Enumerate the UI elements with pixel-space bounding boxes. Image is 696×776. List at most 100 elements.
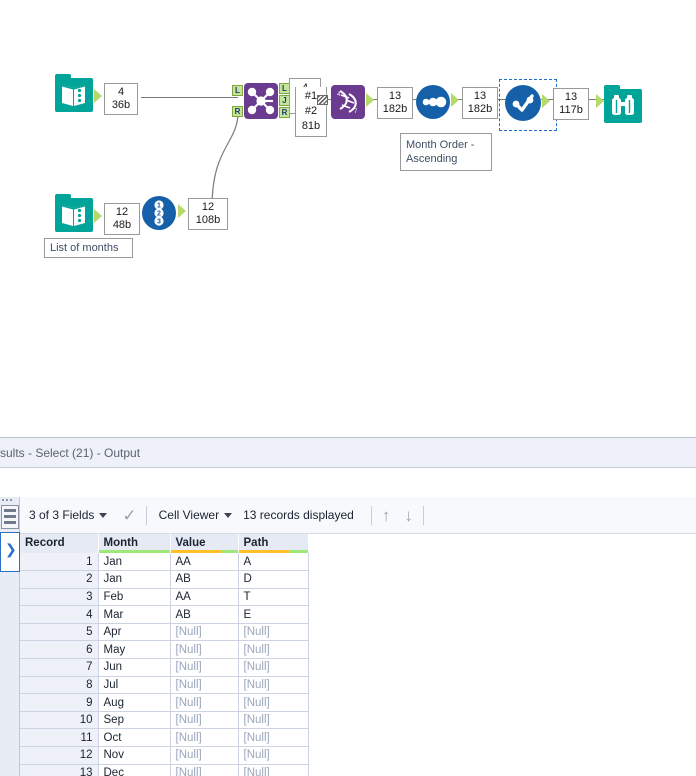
cell-path[interactable]: [Null] [238, 658, 309, 677]
cell-value[interactable]: [Null] [170, 640, 239, 660]
cell-month[interactable]: Dec [98, 764, 171, 776]
toolbar-divider [145, 505, 147, 525]
cell-month[interactable]: Sep [98, 711, 171, 730]
cell-value[interactable]: [Null] [170, 711, 239, 730]
cell-record[interactable]: 13 [20, 764, 99, 776]
cell-path[interactable]: [Null] [238, 728, 309, 748]
fields-selector[interactable]: 3 of 3 Fields [20, 497, 116, 533]
cell-path[interactable]: A [238, 553, 309, 572]
input-anchor-browse-1[interactable] [596, 94, 604, 108]
cell-value[interactable]: [Null] [170, 693, 239, 712]
cell-record[interactable]: 1 [20, 553, 99, 572]
cell-record[interactable]: 10 [20, 711, 99, 730]
databox-stream-2: #2 [304, 105, 318, 117]
book-icon [62, 85, 85, 106]
row-selector[interactable]: ❯ [0, 532, 20, 572]
table-row[interactable]: 3 Feb AA T [20, 588, 309, 607]
cell-path[interactable]: [Null] [238, 693, 309, 712]
table-row[interactable]: 9 Aug [Null] [Null] [20, 693, 309, 712]
cell-record[interactable]: 4 [20, 605, 99, 624]
cell-month[interactable]: Jul [98, 676, 171, 695]
cell-path[interactable]: [Null] [238, 746, 309, 765]
cell-month[interactable]: Apr [98, 623, 171, 642]
table-row[interactable]: 6 May [Null] [Null] [20, 640, 309, 660]
output-anchor-select-21[interactable] [542, 94, 550, 108]
column-header-month[interactable]: Month [98, 534, 171, 553]
cell-value[interactable]: [Null] [170, 623, 239, 642]
fields-list-icon[interactable] [1, 505, 19, 529]
workflow-canvas[interactable]: 4 36b L R L J R #1 #2 81b 4 7 13 182b 13… [0, 0, 696, 437]
cell-path[interactable]: T [238, 588, 309, 607]
column-header-value[interactable]: Value [170, 534, 239, 553]
table-row[interactable]: 7 Jun [Null] [Null] [20, 658, 309, 677]
cell-path[interactable]: D [238, 570, 309, 589]
cell-value[interactable]: [Null] [170, 658, 239, 677]
cell-value[interactable]: AA [170, 588, 239, 607]
cell-value[interactable]: AB [170, 570, 239, 589]
cell-value[interactable]: AB [170, 605, 239, 624]
cell-month[interactable]: Nov [98, 746, 171, 765]
databox-input-1: 4 36b [104, 83, 138, 115]
cell-month[interactable]: Jan [98, 553, 171, 572]
scroll-down-button[interactable]: ↓ [397, 507, 420, 524]
cell-record[interactable]: 5 [20, 623, 99, 642]
cell-record[interactable]: 12 [20, 746, 99, 765]
output-anchor-record-id[interactable] [178, 204, 186, 218]
table-row[interactable]: 11 Oct [Null] [Null] [20, 728, 309, 748]
cell-record[interactable]: 8 [20, 676, 99, 695]
cell-value[interactable]: [Null] [170, 728, 239, 748]
chevron-down-icon[interactable] [224, 512, 233, 518]
cell-path[interactable]: [Null] [238, 676, 309, 695]
table-row[interactable]: 8 Jul [Null] [Null] [20, 676, 309, 695]
cell-month[interactable]: Jun [98, 658, 171, 677]
cell-month[interactable]: May [98, 640, 171, 660]
cell-path[interactable]: [Null] [238, 640, 309, 660]
output-anchor-select-1[interactable] [366, 93, 374, 107]
table-row[interactable]: 13 Dec [Null] [Null] [20, 764, 309, 776]
toolbar-divider [370, 505, 372, 525]
join-input-left-anchor[interactable]: L [232, 85, 243, 96]
cell-path[interactable]: [Null] [238, 711, 309, 730]
column-header-path[interactable]: Path [238, 534, 309, 553]
chevron-down-icon[interactable] [99, 512, 108, 518]
table-row[interactable]: 10 Sep [Null] [Null] [20, 711, 309, 730]
cell-month[interactable]: Oct [98, 728, 171, 748]
column-header-record[interactable]: Record [20, 534, 99, 553]
cell-value[interactable]: AA [170, 553, 239, 572]
cell-month[interactable]: Jan [98, 570, 171, 589]
cell-record[interactable]: 3 [20, 588, 99, 607]
cell-month[interactable]: Mar [98, 605, 171, 624]
cell-record[interactable]: 7 [20, 658, 99, 677]
table-row[interactable]: 4 Mar AB E [20, 605, 309, 624]
cell-path[interactable]: [Null] [238, 764, 309, 776]
output-anchor-sort-1[interactable] [451, 93, 459, 107]
join-input-right-anchor[interactable]: R [232, 106, 243, 117]
results-toolbar[interactable]: 3 of 3 Fields ✓ Cell Viewer 13 records d… [20, 497, 696, 534]
scroll-up-button[interactable]: ↑ [375, 507, 398, 524]
cell-record[interactable]: 9 [20, 693, 99, 712]
cell-path[interactable]: [Null] [238, 623, 309, 642]
cell-record[interactable]: 6 [20, 640, 99, 660]
cell-path[interactable]: E [238, 605, 309, 624]
cell-record[interactable]: 2 [20, 570, 99, 589]
cell-value[interactable]: [Null] [170, 764, 239, 776]
table-row[interactable]: 1 Jan AA A [20, 553, 309, 572]
book-icon [62, 205, 85, 226]
annotation-list-of-months[interactable]: List of months [44, 238, 133, 258]
results-table-wrap[interactable]: Record Month Value Path 1 Jan AA A 2 Jan… [20, 534, 696, 776]
cell-record[interactable]: 11 [20, 728, 99, 748]
table-row[interactable]: 2 Jan AB D [20, 570, 309, 589]
cell-month[interactable]: Aug [98, 693, 171, 712]
cell-value[interactable]: [Null] [170, 676, 239, 695]
cell-value[interactable]: [Null] [170, 746, 239, 765]
table-row[interactable]: 12 Nov [Null] [Null] [20, 746, 309, 765]
apply-check-button[interactable]: ✓ [116, 497, 142, 533]
cell-viewer-selector[interactable]: Cell Viewer [150, 497, 241, 533]
cell-month[interactable]: Feb [98, 588, 171, 607]
header-underline [238, 550, 308, 553]
output-anchor-input-1[interactable] [94, 89, 102, 103]
svg-text:1: 1 [157, 203, 161, 210]
annotation-month-order[interactable]: Month Order - Ascending [400, 133, 492, 171]
table-row[interactable]: 5 Apr [Null] [Null] [20, 623, 309, 642]
output-anchor-input-2[interactable] [94, 209, 102, 223]
